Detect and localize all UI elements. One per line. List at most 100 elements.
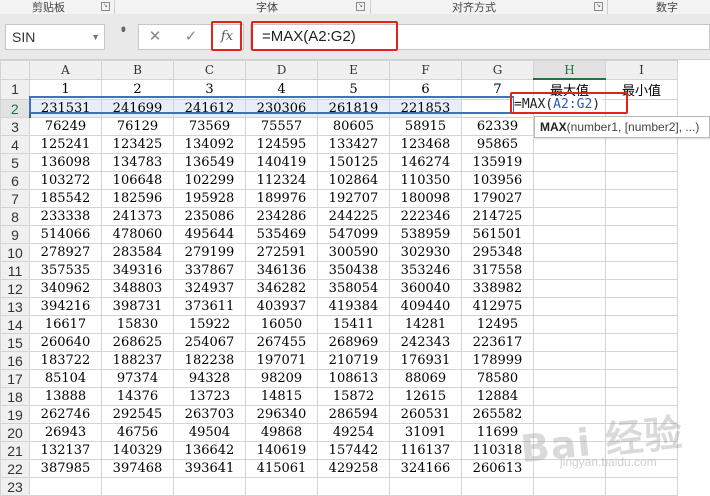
cell-d5[interactable]: 140419 xyxy=(245,153,318,172)
cell-a20[interactable]: 26943 xyxy=(29,423,102,442)
cell-h14[interactable] xyxy=(533,315,606,334)
cell-f19[interactable]: 260531 xyxy=(389,405,462,424)
cell-g10[interactable]: 295348 xyxy=(461,243,534,262)
cell-h23[interactable] xyxy=(533,477,606,496)
cell-d3[interactable]: 75557 xyxy=(245,117,318,136)
cell-i4[interactable] xyxy=(605,135,678,154)
column-header-h[interactable]: H xyxy=(533,60,606,80)
cell-a13[interactable]: 394216 xyxy=(29,297,102,316)
cell-c16[interactable]: 182238 xyxy=(173,351,246,370)
cell-b22[interactable]: 397468 xyxy=(101,459,174,478)
cell-b13[interactable]: 398731 xyxy=(101,297,174,316)
cell-e8[interactable]: 244225 xyxy=(317,207,390,226)
column-header-c[interactable]: C xyxy=(173,60,246,80)
cell-b19[interactable]: 292545 xyxy=(101,405,174,424)
cell-g6[interactable]: 103956 xyxy=(461,171,534,190)
cell-h15[interactable] xyxy=(533,333,606,352)
cell-d18[interactable]: 14815 xyxy=(245,387,318,406)
cell-i13[interactable] xyxy=(605,297,678,316)
cell-d13[interactable]: 403937 xyxy=(245,297,318,316)
cell-e9[interactable]: 547099 xyxy=(317,225,390,244)
cell-c20[interactable]: 49504 xyxy=(173,423,246,442)
column-header-d[interactable]: D xyxy=(245,60,318,80)
cell-g7[interactable]: 179027 xyxy=(461,189,534,208)
row-header[interactable]: 15 xyxy=(0,333,30,352)
cell-a11[interactable]: 357535 xyxy=(29,261,102,280)
cell-f15[interactable]: 242343 xyxy=(389,333,462,352)
cell-d14[interactable]: 16050 xyxy=(245,315,318,334)
cell-f13[interactable]: 409440 xyxy=(389,297,462,316)
tooltip-function-name[interactable]: MAX xyxy=(540,120,567,134)
row-header[interactable]: 11 xyxy=(0,261,30,280)
cell-h13[interactable] xyxy=(533,297,606,316)
cell-a7[interactable]: 185542 xyxy=(29,189,102,208)
cell-h12[interactable] xyxy=(533,279,606,298)
cell-f22[interactable]: 324166 xyxy=(389,459,462,478)
cell-d4[interactable]: 124595 xyxy=(245,135,318,154)
column-header-a[interactable]: A xyxy=(29,60,102,80)
cell-a9[interactable]: 514066 xyxy=(29,225,102,244)
cell-e17[interactable]: 108613 xyxy=(317,369,390,388)
cell-c4[interactable]: 134092 xyxy=(173,135,246,154)
more-options-icon[interactable]: ••• xyxy=(116,26,132,29)
cell-d10[interactable]: 272591 xyxy=(245,243,318,262)
cell-g12[interactable]: 338982 xyxy=(461,279,534,298)
cell-b10[interactable]: 283584 xyxy=(101,243,174,262)
cell-g17[interactable]: 78580 xyxy=(461,369,534,388)
cell-i5[interactable] xyxy=(605,153,678,172)
cell-e11[interactable]: 350438 xyxy=(317,261,390,280)
cell-a3[interactable]: 76249 xyxy=(29,117,102,136)
column-header-e[interactable]: E xyxy=(317,60,390,80)
row-header[interactable]: 20 xyxy=(0,423,30,442)
cell-a6[interactable]: 103272 xyxy=(29,171,102,190)
row-header[interactable]: 23 xyxy=(0,477,30,496)
cell-f18[interactable]: 12615 xyxy=(389,387,462,406)
name-box[interactable]: SIN ▼ xyxy=(5,24,105,50)
cell-g8[interactable]: 214725 xyxy=(461,207,534,226)
cell-h8[interactable] xyxy=(533,207,606,226)
cell-e14[interactable]: 15411 xyxy=(317,315,390,334)
cell-b11[interactable]: 349316 xyxy=(101,261,174,280)
cell-e21[interactable]: 157442 xyxy=(317,441,390,460)
cell-f4[interactable]: 123468 xyxy=(389,135,462,154)
cell-b21[interactable]: 140329 xyxy=(101,441,174,460)
cell-c7[interactable]: 195928 xyxy=(173,189,246,208)
cell-a16[interactable]: 183722 xyxy=(29,351,102,370)
cell-h7[interactable] xyxy=(533,189,606,208)
cell-e13[interactable]: 419384 xyxy=(317,297,390,316)
cell-g18[interactable]: 12884 xyxy=(461,387,534,406)
cell-f5[interactable]: 146274 xyxy=(389,153,462,172)
cell-d21[interactable]: 140619 xyxy=(245,441,318,460)
cell-a23[interactable] xyxy=(29,477,102,496)
row-header[interactable]: 19 xyxy=(0,405,30,424)
cell-f16[interactable]: 176931 xyxy=(389,351,462,370)
cell-a21[interactable]: 132137 xyxy=(29,441,102,460)
cell-e5[interactable]: 150125 xyxy=(317,153,390,172)
column-header-f[interactable]: F xyxy=(389,60,462,80)
cell-b6[interactable]: 106648 xyxy=(101,171,174,190)
cell-d17[interactable]: 98209 xyxy=(245,369,318,388)
cell-b9[interactable]: 478060 xyxy=(101,225,174,244)
cell-e18[interactable]: 15872 xyxy=(317,387,390,406)
cell-i16[interactable] xyxy=(605,351,678,370)
cell-e6[interactable]: 102864 xyxy=(317,171,390,190)
cell-e16[interactable]: 210719 xyxy=(317,351,390,370)
cell-g11[interactable]: 317558 xyxy=(461,261,534,280)
cell-c10[interactable]: 279199 xyxy=(173,243,246,262)
cell-c13[interactable]: 373611 xyxy=(173,297,246,316)
cell-e7[interactable]: 192707 xyxy=(317,189,390,208)
cell-g5[interactable]: 135919 xyxy=(461,153,534,172)
cell-c8[interactable]: 235086 xyxy=(173,207,246,226)
cell-b3[interactable]: 76129 xyxy=(101,117,174,136)
cell-h17[interactable] xyxy=(533,369,606,388)
cell-i15[interactable] xyxy=(605,333,678,352)
cell-a4[interactable]: 125241 xyxy=(29,135,102,154)
row-header[interactable]: 1 xyxy=(0,78,30,100)
cell-c21[interactable]: 136642 xyxy=(173,441,246,460)
cell-f14[interactable]: 14281 xyxy=(389,315,462,334)
cell-f8[interactable]: 222346 xyxy=(389,207,462,226)
cell-b7[interactable]: 182596 xyxy=(101,189,174,208)
cell-c18[interactable]: 13723 xyxy=(173,387,246,406)
cell-e12[interactable]: 358054 xyxy=(317,279,390,298)
cell-e19[interactable]: 286594 xyxy=(317,405,390,424)
